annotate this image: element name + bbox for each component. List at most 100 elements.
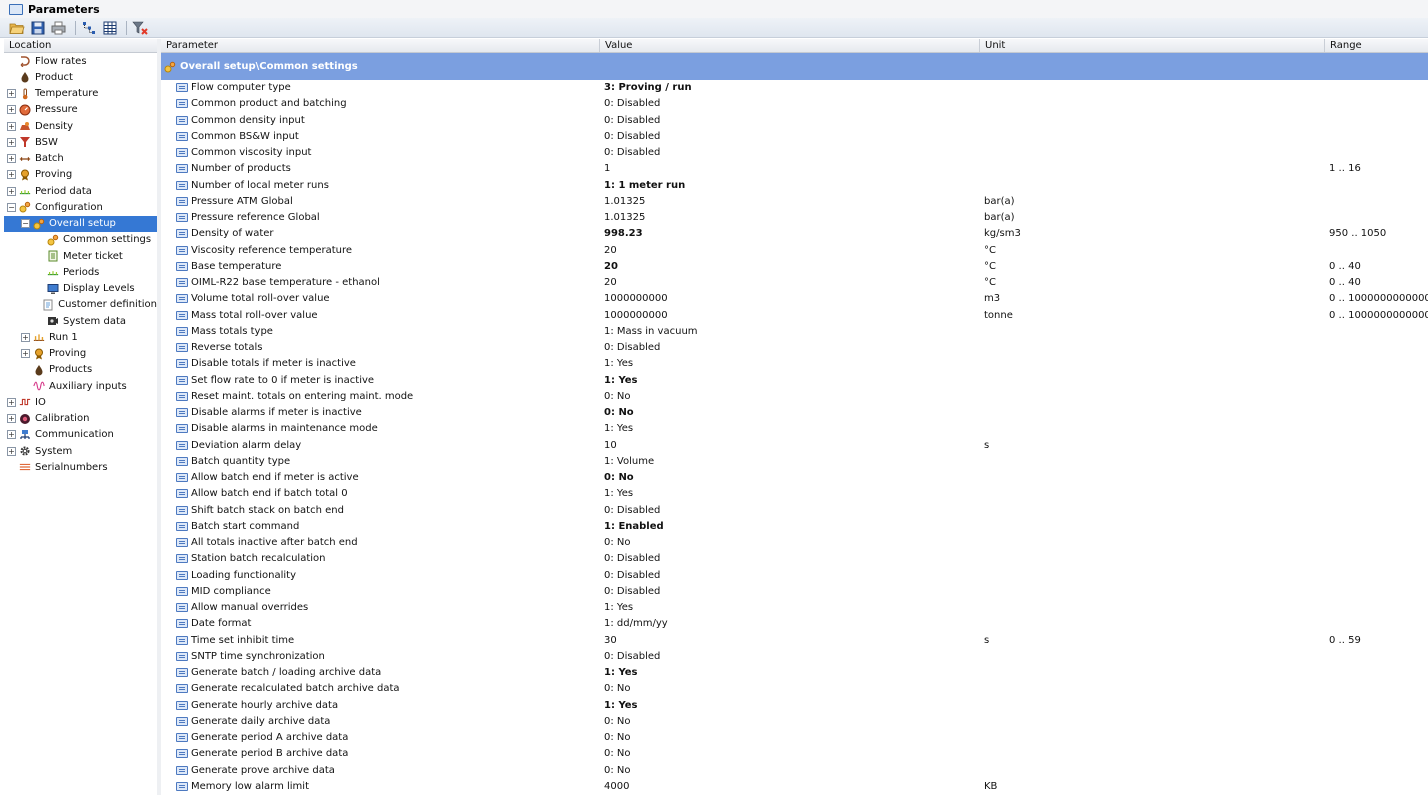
parameter-row[interactable]: Generate prove archive data 0: No <box>161 763 1428 779</box>
parameter-row[interactable]: Set flow rate to 0 if meter is inactive 1… <box>161 373 1428 389</box>
parameter-value[interactable]: 30 <box>604 633 617 649</box>
parameter-value[interactable]: 0: No <box>604 389 631 405</box>
parameter-row[interactable]: Generate batch / loading archive data 1: … <box>161 665 1428 681</box>
parameter-row[interactable]: Number of local meter runs 1: 1 meter run <box>161 178 1428 194</box>
grid-view-icon[interactable] <box>101 19 118 36</box>
tree-item[interactable]: − Configuration <box>4 199 157 215</box>
parameter-row[interactable]: Number of products 1 1 .. 16 <box>161 161 1428 177</box>
parameter-row[interactable]: Batch start command 1: Enabled <box>161 519 1428 535</box>
parameter-row[interactable]: Allow manual overrides 1: Yes <box>161 600 1428 616</box>
parameter-row[interactable]: Batch quantity type 1: Volume <box>161 454 1428 470</box>
parameter-row[interactable]: Flow computer type 3: Proving / run <box>161 80 1428 96</box>
tree-item[interactable]: + Calibration <box>4 411 157 427</box>
parameter-value[interactable]: 0: Disabled <box>604 129 660 145</box>
parameter-value[interactable]: 1: Yes <box>604 356 633 372</box>
parameter-value[interactable]: 998.23 <box>604 226 643 242</box>
parameter-row[interactable]: Generate recalculated batch archive data… <box>161 681 1428 697</box>
location-header[interactable]: Location <box>4 39 157 53</box>
parameter-row[interactable]: SNTP time synchronization 0: Disabled <box>161 649 1428 665</box>
parameter-value[interactable]: 1: Yes <box>604 486 633 502</box>
parameter-row[interactable]: Disable totals if meter is inactive 1: Ye… <box>161 356 1428 372</box>
tree-item[interactable]: Product <box>4 69 157 85</box>
parameter-row[interactable]: Volume total roll-over value 1000000000 m3… <box>161 291 1428 307</box>
parameter-value[interactable]: 0: No <box>604 746 631 762</box>
expand-icon[interactable]: + <box>7 397 16 407</box>
parameter-value[interactable]: 20 <box>604 243 617 259</box>
tree-item[interactable]: Meter ticket <box>4 248 157 264</box>
parameter-row[interactable]: Base temperature 20 °C 0 .. 40 <box>161 259 1428 275</box>
parameter-value[interactable]: 3: Proving / run <box>604 80 692 96</box>
parameter-row[interactable]: Density of water 998.23 kg/sm3 950 .. 1050 <box>161 226 1428 242</box>
parameter-value[interactable]: 0: No <box>604 470 634 486</box>
parameter-row[interactable]: Shift batch stack on batch end 0: Disable… <box>161 503 1428 519</box>
parameter-value[interactable]: 20 <box>604 259 618 275</box>
expand-icon[interactable]: + <box>7 89 16 99</box>
parameter-row[interactable]: Common viscosity input 0: Disabled <box>161 145 1428 161</box>
expand-icon[interactable]: + <box>7 414 16 424</box>
parameter-value[interactable]: 1.01325 <box>604 194 645 210</box>
parameter-row[interactable]: Allow batch end if batch total 0 1: Yes <box>161 486 1428 502</box>
parameter-row[interactable]: Mass totals type 1: Mass in vacuum <box>161 324 1428 340</box>
expand-icon[interactable]: + <box>7 137 16 147</box>
parameter-value[interactable]: 1: Yes <box>604 373 638 389</box>
tree-item[interactable]: Auxiliary inputs <box>4 378 157 394</box>
parameter-row[interactable]: Loading functionality 0: Disabled <box>161 568 1428 584</box>
expand-icon[interactable]: + <box>7 446 16 456</box>
tree-view-icon[interactable] <box>80 19 97 36</box>
parameter-value[interactable]: 1: dd/mm/yy <box>604 616 668 632</box>
parameter-row[interactable]: Common density input 0: Disabled <box>161 113 1428 129</box>
parameter-value[interactable]: 0: No <box>604 681 631 697</box>
parameter-value[interactable]: 0: No <box>604 714 631 730</box>
parameter-row[interactable]: Generate hourly archive data 1: Yes <box>161 698 1428 714</box>
tree-item[interactable]: + System <box>4 443 157 459</box>
parameter-row[interactable]: Deviation alarm delay 10 s <box>161 438 1428 454</box>
expand-icon[interactable]: + <box>7 154 16 164</box>
parameter-value[interactable]: 10 <box>604 438 617 454</box>
expand-icon[interactable]: + <box>7 105 16 115</box>
parameter-row[interactable]: Reverse totals 0: Disabled <box>161 340 1428 356</box>
parameter-value[interactable]: 0: No <box>604 763 631 779</box>
parameter-row[interactable]: Pressure ATM Global 1.01325 bar(a) <box>161 194 1428 210</box>
parameter-row[interactable]: Pressure reference Global 1.01325 bar(a) <box>161 210 1428 226</box>
tree-item[interactable]: + Batch <box>4 151 157 167</box>
parameter-value[interactable]: 20 <box>604 275 617 291</box>
parameter-row[interactable]: Time set inhibit time 30 s 0 .. 59 <box>161 633 1428 649</box>
expand-icon[interactable]: + <box>7 121 16 131</box>
collapse-icon[interactable]: − <box>21 219 30 229</box>
tree-item[interactable]: System data <box>4 313 157 329</box>
filter-icon[interactable] <box>131 19 148 36</box>
parameter-value[interactable]: 1: Yes <box>604 698 638 714</box>
parameter-value[interactable]: 0: Disabled <box>604 649 660 665</box>
parameter-value[interactable]: 0: Disabled <box>604 145 660 161</box>
print-icon[interactable] <box>50 19 67 36</box>
tree-item[interactable]: + Temperature <box>4 86 157 102</box>
parameter-value[interactable]: 0: Disabled <box>604 568 660 584</box>
parameter-row[interactable]: Disable alarms in maintenance mode 1: Yes <box>161 421 1428 437</box>
parameter-value[interactable]: 4000 <box>604 779 629 795</box>
parameter-row[interactable]: Viscosity reference temperature 20 °C <box>161 243 1428 259</box>
parameter-value[interactable]: 0: Disabled <box>604 551 660 567</box>
parameter-row[interactable]: All totals inactive after batch end 0: No <box>161 535 1428 551</box>
parameter-value[interactable]: 1000000000 <box>604 308 668 324</box>
parameter-value[interactable]: 1: Yes <box>604 665 638 681</box>
parameter-row[interactable]: Station batch recalculation 0: Disabled <box>161 551 1428 567</box>
parameter-row[interactable]: Date format 1: dd/mm/yy <box>161 616 1428 632</box>
parameter-value[interactable]: 0: Disabled <box>604 584 660 600</box>
parameter-value[interactable]: 0: No <box>604 535 631 551</box>
parameter-value[interactable]: 0: Disabled <box>604 96 660 112</box>
column-header-value[interactable]: Value <box>599 39 984 52</box>
save-icon[interactable] <box>29 19 46 36</box>
parameter-row[interactable]: Generate daily archive data 0: No <box>161 714 1428 730</box>
tree-item[interactable]: + Proving <box>4 346 157 362</box>
parameter-value[interactable]: 0: No <box>604 405 634 421</box>
parameter-value[interactable]: 1: Yes <box>604 600 633 616</box>
parameter-value[interactable]: 1.01325 <box>604 210 645 226</box>
column-header-parameter[interactable]: Parameter <box>161 39 604 52</box>
tree-item[interactable]: − Overall setup <box>4 215 157 232</box>
tree-item[interactable]: Customer definition <box>4 297 157 313</box>
parameter-value[interactable]: 1: Volume <box>604 454 654 470</box>
parameter-value[interactable]: 1000000000 <box>604 291 668 307</box>
tree-item[interactable]: Flow rates <box>4 53 157 69</box>
tree-item[interactable]: + BSW <box>4 134 157 150</box>
parameter-row[interactable]: Reset maint. totals on entering maint. m… <box>161 389 1428 405</box>
